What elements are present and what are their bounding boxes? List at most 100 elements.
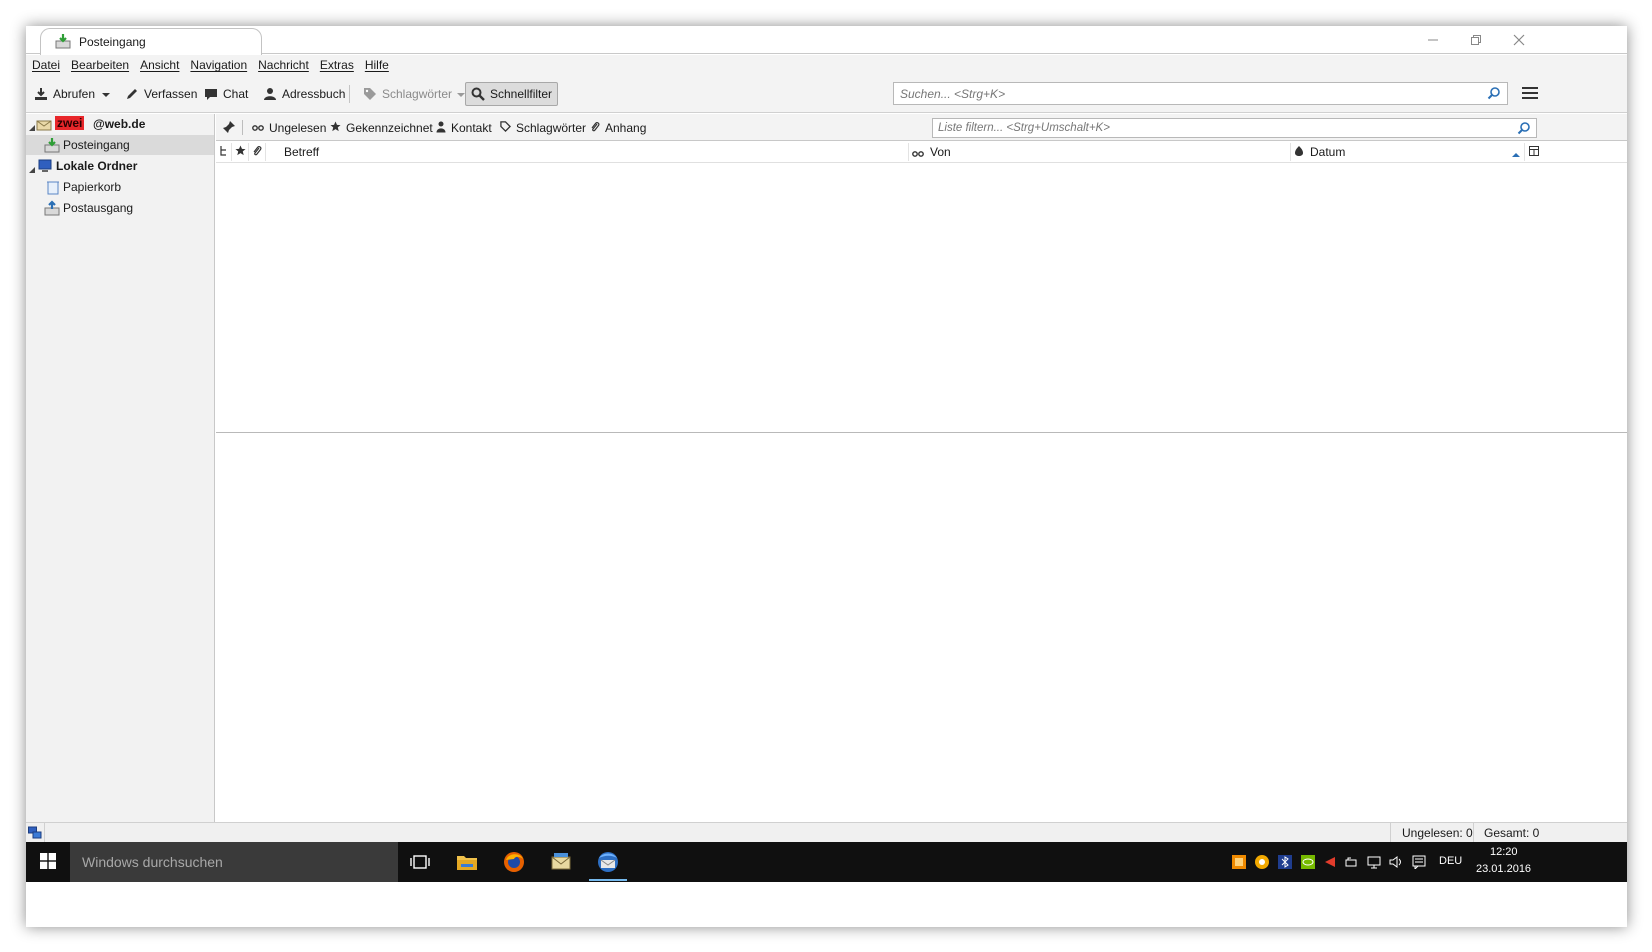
tag-icon bbox=[500, 121, 511, 135]
tray-bluetooth-icon[interactable] bbox=[1278, 855, 1292, 869]
file-explorer-icon[interactable] bbox=[455, 850, 479, 874]
menu-bar: Datei Bearbeiten Ansicht Navigation Nach… bbox=[26, 55, 1627, 75]
taskbar-search-input[interactable]: Windows durchsuchen bbox=[70, 842, 398, 882]
filter-tags-button[interactable]: Schlagwörter bbox=[500, 120, 586, 136]
message-pane bbox=[216, 434, 1627, 822]
menu-ansicht[interactable]: Ansicht bbox=[140, 58, 179, 72]
tray-red-alert-icon[interactable] bbox=[1323, 855, 1337, 869]
get-mail-button[interactable]: Abrufen bbox=[29, 82, 100, 106]
filter-unread-button[interactable]: Ungelesen bbox=[252, 120, 326, 136]
menu-datei[interactable]: Datei bbox=[32, 58, 60, 72]
filter-contact-button[interactable]: Kontakt bbox=[436, 120, 492, 136]
tray-volume-icon[interactable] bbox=[1389, 855, 1403, 869]
folder-pane: zwei @web.de Posteingang Lokale Ordner P… bbox=[26, 114, 215, 822]
download-icon bbox=[34, 87, 48, 101]
column-subject[interactable]: Betreff bbox=[284, 145, 319, 159]
tag-icon bbox=[363, 87, 377, 101]
tray-notifications-icon[interactable] bbox=[1412, 855, 1426, 871]
address-book-button[interactable]: Adressbuch bbox=[258, 82, 350, 106]
menu-navigation[interactable]: Navigation bbox=[190, 58, 247, 72]
windows-logo-icon bbox=[40, 852, 56, 872]
search-icon bbox=[471, 87, 485, 101]
computer-icon bbox=[37, 158, 53, 177]
folder-inbox[interactable]: Posteingang bbox=[26, 135, 214, 155]
column-separator bbox=[231, 143, 232, 161]
menu-bearbeiten[interactable]: Bearbeiten bbox=[71, 58, 129, 72]
inbox-icon bbox=[55, 33, 71, 52]
app-menu-button[interactable] bbox=[1522, 87, 1538, 101]
thread-list[interactable] bbox=[216, 163, 1627, 433]
tray-usb-icon[interactable] bbox=[1344, 855, 1358, 869]
start-button[interactable] bbox=[26, 842, 70, 882]
sticky-filter-button[interactable] bbox=[222, 120, 236, 136]
restore-button[interactable] bbox=[1454, 26, 1498, 54]
tray-nvidia-icon[interactable] bbox=[1301, 855, 1315, 869]
tags-label: Schlagwörter bbox=[382, 87, 453, 101]
menu-hilfe[interactable]: Hilfe bbox=[365, 58, 389, 72]
tags-button[interactable]: Schlagwörter bbox=[358, 82, 470, 106]
list-filter-input[interactable]: Liste filtern... <Strg+Umschalt+K> bbox=[932, 118, 1537, 138]
column-from[interactable]: Von bbox=[930, 145, 951, 159]
search-icon bbox=[1487, 86, 1501, 103]
total-count: Gesamt: 0 bbox=[1484, 826, 1540, 840]
input-language[interactable]: DEU bbox=[1439, 855, 1462, 867]
account-icon bbox=[36, 117, 52, 134]
tray-network-icon[interactable] bbox=[1367, 855, 1381, 869]
write-button[interactable]: Verfassen bbox=[120, 82, 202, 106]
quick-filter-label: Schnellfilter bbox=[490, 87, 553, 101]
folder-trash-label: Papierkorb bbox=[63, 180, 122, 194]
filter-tags-label: Schlagwörter bbox=[516, 121, 587, 135]
firefox-icon[interactable] bbox=[502, 850, 526, 874]
folder-inbox-label: Posteingang bbox=[63, 138, 130, 152]
filter-starred-button[interactable]: Gekennzeichnet bbox=[330, 120, 433, 136]
clock-time[interactable]: 12:20 bbox=[1490, 846, 1518, 858]
active-app-indicator bbox=[589, 879, 627, 881]
filter-contact-label: Kontakt bbox=[451, 121, 492, 135]
chevron-down-icon bbox=[102, 87, 110, 101]
star-column-icon[interactable] bbox=[235, 145, 246, 159]
filter-unread-label: Ungelesen bbox=[269, 121, 327, 135]
global-search-input[interactable]: Suchen... <Strg+K> bbox=[893, 82, 1508, 105]
menu-nachricht[interactable]: Nachricht bbox=[258, 58, 309, 72]
column-separator bbox=[1290, 143, 1291, 161]
taskbar-search-placeholder: Windows durchsuchen bbox=[82, 854, 223, 870]
folder-outbox[interactable]: Postausgang bbox=[26, 198, 214, 218]
column-picker-icon[interactable] bbox=[1529, 145, 1539, 159]
column-date[interactable]: Datum bbox=[1310, 145, 1345, 159]
get-mail-dropdown[interactable] bbox=[98, 82, 114, 106]
account-domain: @web.de bbox=[93, 117, 146, 131]
close-button[interactable] bbox=[1497, 26, 1541, 54]
mail-app-icon[interactable] bbox=[549, 850, 573, 874]
outbox-icon bbox=[44, 200, 60, 219]
menu-extras[interactable]: Extras bbox=[320, 58, 354, 72]
thread-column-icon[interactable] bbox=[220, 145, 228, 160]
tray-app-orange-icon[interactable] bbox=[1232, 855, 1246, 869]
folder-account[interactable]: zwei @web.de bbox=[26, 114, 214, 134]
online-status-icon[interactable] bbox=[28, 826, 42, 843]
filter-attachment-button[interactable]: Anhang bbox=[590, 120, 646, 136]
tray-app-circle-icon[interactable] bbox=[1255, 855, 1269, 869]
get-mail-label: Abrufen bbox=[53, 87, 96, 101]
tab-posteingang[interactable]: Posteingang bbox=[40, 28, 262, 55]
search-placeholder: Suchen... <Strg+K> bbox=[900, 86, 1006, 101]
quick-filter-bar: Ungelesen Gekennzeichnet Kontakt Schlagw… bbox=[216, 114, 1627, 141]
folder-local[interactable]: Lokale Ordner bbox=[26, 156, 214, 176]
thunderbird-icon[interactable] bbox=[596, 850, 620, 874]
folder-outbox-label: Postausgang bbox=[63, 201, 134, 215]
address-book-label: Adressbuch bbox=[282, 87, 346, 101]
filter-attachment-label: Anhang bbox=[605, 121, 647, 135]
write-label: Verfassen bbox=[144, 87, 198, 101]
quick-filter-button[interactable]: Schnellfilter bbox=[465, 82, 559, 106]
unread-icon bbox=[252, 121, 264, 135]
minimize-button[interactable] bbox=[1411, 26, 1455, 54]
unread-column-icon[interactable] bbox=[912, 147, 924, 161]
folder-trash[interactable]: Papierkorb bbox=[26, 177, 214, 197]
chat-label: Chat bbox=[223, 87, 249, 101]
inbox-icon bbox=[44, 137, 60, 156]
chat-button[interactable]: Chat bbox=[199, 82, 253, 106]
attachment-column-icon[interactable] bbox=[252, 145, 262, 160]
qf-separator bbox=[242, 120, 243, 135]
clock-date[interactable]: 23.01.2016 bbox=[1476, 863, 1531, 875]
task-view-icon[interactable] bbox=[408, 850, 432, 874]
junk-column-icon[interactable] bbox=[1294, 145, 1304, 160]
